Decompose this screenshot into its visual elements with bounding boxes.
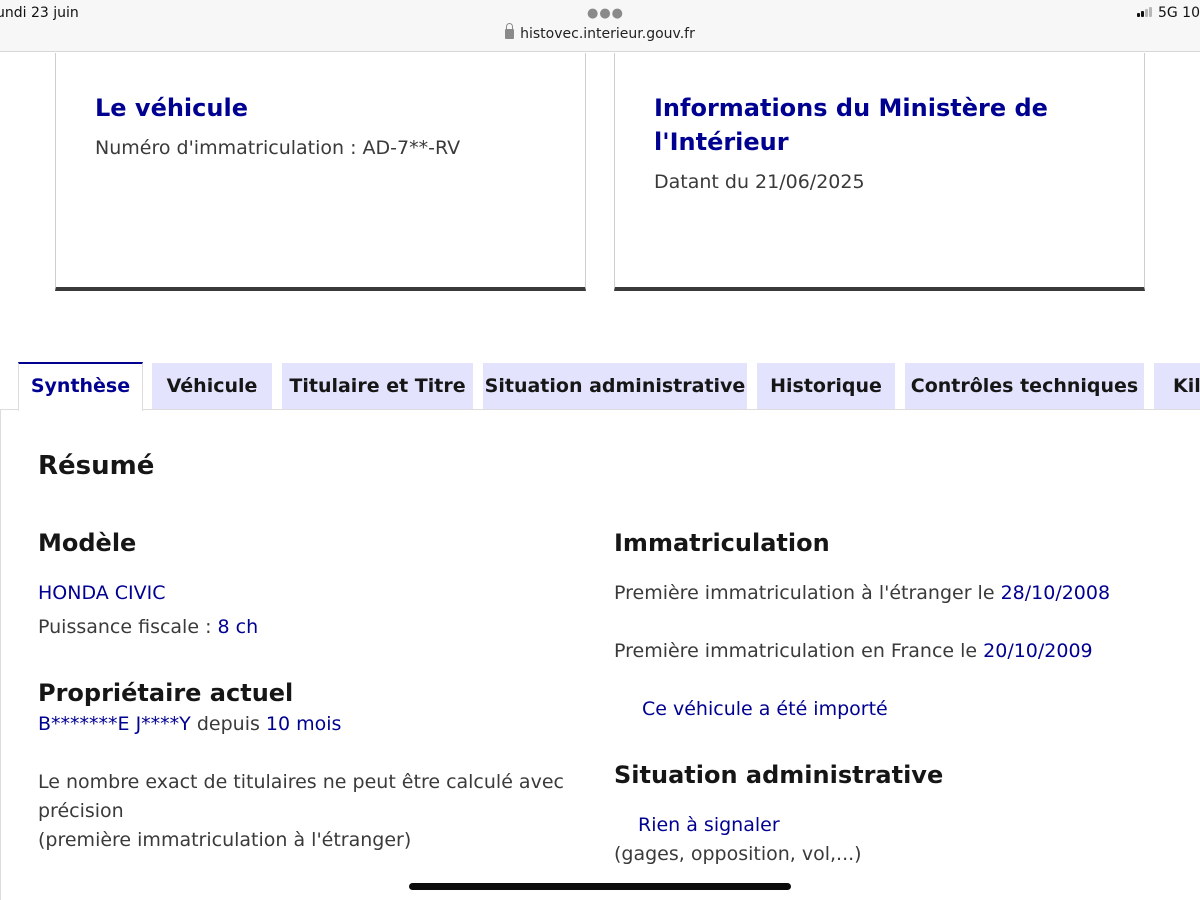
registration-number: Numéro d'immatriculation : AD-7**-RV [95, 137, 461, 159]
owner-since-value: 10 mois [265, 713, 342, 735]
ministry-card: Informations du Ministère de l'Intérieur… [614, 53, 1145, 291]
registration-heading: Immatriculation [614, 529, 830, 557]
browser-status-bar: undi 23 juin ●●● histovec.interieur.gouv… [0, 0, 1200, 52]
admin-status-detail: (gages, opposition, vol,...) [614, 843, 862, 865]
model-heading: Modèle [38, 529, 137, 557]
ministry-card-title: Informations du Ministère de l'Intérieur [654, 94, 1048, 156]
status-indicators: 5G 10 [1136, 5, 1200, 21]
owner-name: B*******E J****Y [38, 713, 191, 735]
tab-synthese[interactable]: Synthèse [18, 362, 143, 411]
owner-line: B*******E J****Y depuis 10 mois [38, 713, 341, 735]
more-options-icon[interactable]: ●●● [587, 6, 624, 21]
owner-note-line3: (première immatriculation à l'étranger) [38, 829, 412, 851]
tab-titulaire-titre[interactable]: Titulaire et Titre [282, 363, 473, 410]
battery-level: 10 [1182, 5, 1200, 21]
france-registration-date: 20/10/2009 [983, 640, 1093, 662]
vehicle-card: Le véhicule Numéro d'immatriculation : A… [55, 53, 586, 291]
foreign-registration: Première immatriculation à l'étranger le… [614, 582, 1110, 604]
admin-status-heading: Situation administrative [614, 761, 944, 789]
tab-kilometrage[interactable]: Kilo [1154, 363, 1200, 410]
france-registration-label: Première immatriculation en France le [614, 640, 984, 662]
imported-vehicle-link[interactable]: Ce véhicule a été importé [642, 698, 888, 720]
owner-heading: Propriétaire actuel [38, 679, 294, 707]
tab-historique[interactable]: Historique [757, 363, 895, 410]
owner-since-label: depuis [190, 713, 266, 735]
foreign-registration-date: 28/10/2008 [1000, 582, 1111, 604]
admin-status-link[interactable]: Rien à signaler [638, 814, 780, 836]
signal-icon [1136, 7, 1152, 17]
owner-note-line2: précision [38, 800, 124, 822]
owner-note-line1: Le nombre exact de titulaires ne peut êt… [38, 771, 564, 793]
tab-list: Synthèse Véhicule Titulaire et Titre Sit… [0, 362, 1200, 411]
url-text: histovec.interieur.gouv.fr [520, 26, 695, 42]
lock-icon [505, 23, 515, 39]
summary-title: Résumé [38, 451, 155, 481]
tab-situation-administrative[interactable]: Situation administrative [483, 363, 747, 410]
france-registration: Première immatriculation en France le 20… [614, 640, 1093, 662]
home-indicator[interactable] [409, 883, 791, 890]
foreign-registration-label: Première immatriculation à l'étranger le [614, 582, 1001, 604]
tab-vehicule[interactable]: Véhicule [152, 363, 272, 410]
address-bar[interactable]: histovec.interieur.gouv.fr [0, 23, 1200, 42]
status-date: undi 23 juin [0, 5, 79, 21]
data-date: Datant du 21/06/2025 [654, 171, 865, 193]
fiscal-power-value: 8 ch [217, 616, 259, 638]
model-name: HONDA CIVIC [38, 582, 166, 604]
fiscal-power: Puissance fiscale : 8 ch [38, 616, 258, 638]
network-label: 5G [1157, 5, 1178, 21]
tab-controles-techniques[interactable]: Contrôles techniques [905, 363, 1144, 410]
vehicle-card-title: Le véhicule [95, 94, 248, 122]
fiscal-power-label: Puissance fiscale : [38, 616, 218, 638]
